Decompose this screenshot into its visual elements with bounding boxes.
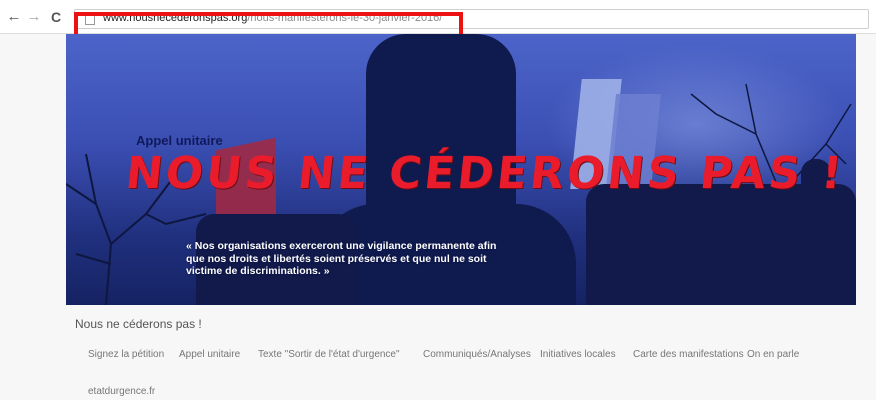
menu-item-petition[interactable]: Signez la pétition (88, 349, 164, 360)
menu-item-etatdurgence[interactable]: etatdurgence.fr (88, 386, 155, 397)
banner-quote: « Nos organisations exerceront une vigil… (186, 240, 497, 277)
menu-item-texte[interactable]: Texte "Sortir de l'état d'urgence" (258, 349, 400, 360)
person-mid (726, 194, 752, 305)
forward-arrow-icon[interactable]: → (26, 9, 42, 25)
banner-headline: NOUS NE CÉDERONS PAS ! (123, 148, 848, 199)
back-arrow-icon[interactable]: ← (6, 9, 22, 25)
hero-banner: Appel unitaire NOUS NE CÉDERONS PAS ! « … (66, 34, 856, 305)
reload-icon[interactable]: C (48, 9, 64, 25)
banner-kicker: Appel unitaire (136, 133, 223, 148)
menu-item-communiques[interactable]: Communiqués/Analyses (423, 349, 531, 360)
menu-item-initiatives[interactable]: Initiatives locales (540, 349, 616, 360)
menu-item-carte[interactable]: Carte des manifestations (633, 349, 744, 360)
menu-item-on-en-parle[interactable]: On en parle (747, 349, 799, 360)
site-title[interactable]: Nous ne céderons pas ! (75, 317, 202, 331)
menu-item-appel[interactable]: Appel unitaire (179, 349, 240, 360)
